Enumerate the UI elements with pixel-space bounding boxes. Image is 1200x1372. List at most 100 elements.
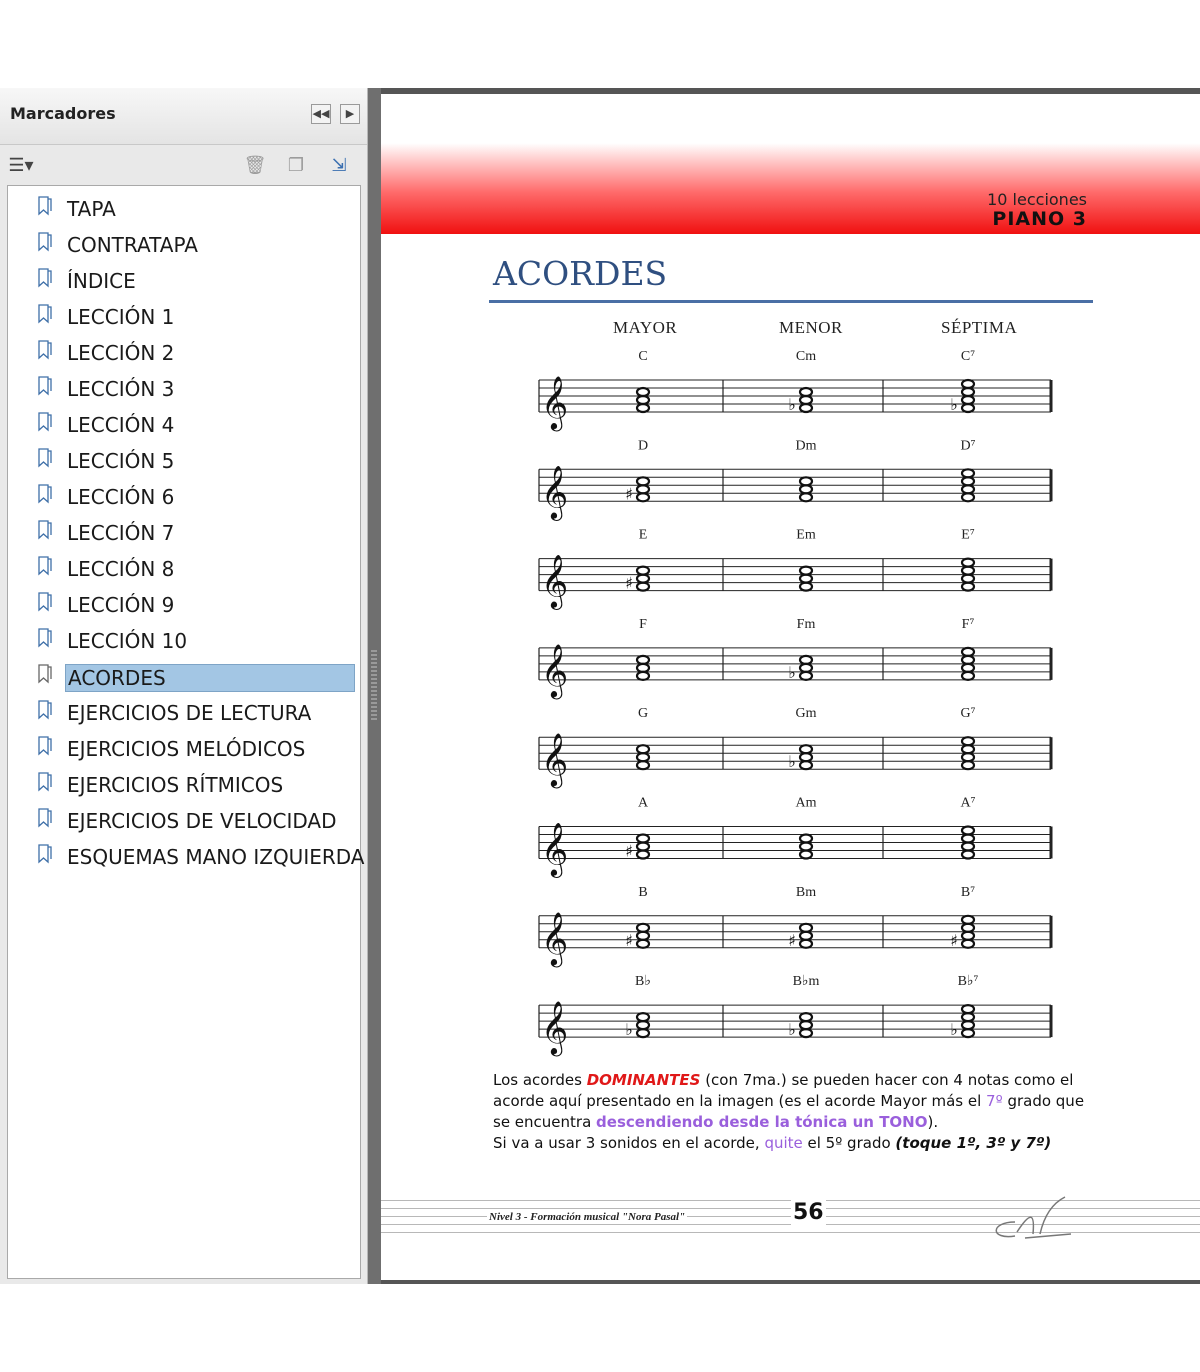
note-head <box>635 386 651 398</box>
chord-label: D <box>638 438 648 453</box>
notes-text: Si va a usar 3 sonidos en el acorde, <box>493 1134 765 1152</box>
notes-descending: descendiendo desde la tónica un TONO <box>596 1113 928 1131</box>
note-head <box>798 1019 814 1031</box>
bookmark-item[interactable]: ÍNDICE <box>8 266 360 296</box>
bookmark-icon <box>38 808 52 828</box>
bookmark-label: EJERCICIOS MELÓDICOS <box>67 737 306 761</box>
panel-header: Marcadores ◀◀ ▶ <box>0 88 367 145</box>
chord-label: C <box>638 349 647 364</box>
treble-clef: 𝄞 <box>541 732 568 788</box>
bookmark-item[interactable]: EJERCICIOS DE LECTURA <box>8 698 360 728</box>
chord-label: E⁷ <box>961 528 975 543</box>
treble-clef: 𝄞 <box>541 554 568 610</box>
bookmark-item[interactable]: TAPA <box>8 194 360 224</box>
bookmark-label: LECCIÓN 10 <box>67 629 188 653</box>
bookmark-label: ESQUEMAS MANO IZQUIERDA <box>67 845 365 869</box>
note-head <box>798 565 814 576</box>
bookmarks-panel: Marcadores ◀◀ ▶ ☰▾ 🗑 ❐ ⇲ TAPA CONTRATAPA Í… <box>0 88 368 1284</box>
note-head <box>960 914 976 925</box>
note-head <box>635 1027 651 1039</box>
bookmark-item[interactable]: EJERCICIOS MELÓDICOS <box>8 734 360 764</box>
bookmark-item[interactable]: EJERCICIOS RÍTMICOS <box>8 770 360 800</box>
note-head <box>798 573 814 584</box>
bookmark-item[interactable]: LECCIÓN 10 <box>8 626 360 656</box>
note-head <box>798 492 814 503</box>
bookmark-item[interactable]: CONTRATAPA <box>8 230 360 260</box>
note-head <box>798 849 814 860</box>
note-head <box>798 760 814 771</box>
bookmark-label: TAPA <box>67 197 116 221</box>
note-head <box>960 922 976 933</box>
options-menu-icon[interactable]: ☰▾ <box>8 153 34 177</box>
bookmark-item[interactable]: LECCIÓN 7 <box>8 518 360 548</box>
chord-label: Em <box>796 528 816 543</box>
note-head <box>635 841 651 852</box>
bookmark-label: LECCIÓN 9 <box>67 593 175 617</box>
note-head <box>635 1011 651 1023</box>
chord-label: A <box>638 796 649 811</box>
bookmark-label: ACORDES <box>65 664 355 692</box>
bookmark-label: LECCIÓN 6 <box>67 485 175 509</box>
bookmark-icon <box>38 520 52 540</box>
bookmark-item[interactable]: LECCIÓN 8 <box>8 554 360 584</box>
bookmark-label: EJERCICIOS DE VELOCIDAD <box>67 809 337 833</box>
notes-text: ). <box>927 1113 939 1131</box>
accidental-sign: ♭ <box>788 752 796 771</box>
note-head <box>635 752 651 763</box>
bookmark-icon <box>38 448 52 468</box>
expand-bookmark-icon[interactable]: ⇲ <box>326 153 352 177</box>
note-head <box>960 573 976 584</box>
bookmark-icon <box>38 196 52 216</box>
bookmark-item[interactable]: EJERCICIOS DE VELOCIDAD <box>8 806 360 836</box>
bookmark-item[interactable]: ESQUEMAS MANO IZQUIERDA <box>8 842 364 872</box>
note-head <box>798 476 814 487</box>
chord-staves: 𝄞 C Cm ♭ C⁷ ♭ 𝄞 D ♯ Dm D⁷ 𝄞 E ♯ Em E⁷ 𝄞 F Fm ♭ F⁷ 𝄞 G Gm ♭ G⁷ 𝄞 A ♯ A… <box>538 349 1053 1056</box>
note-head <box>960 1011 976 1023</box>
bookmark-item[interactable]: LECCIÓN 1 <box>8 302 360 332</box>
chord-label: A⁷ <box>961 796 976 811</box>
chord-label: Gm <box>796 706 817 721</box>
bookmark-item[interactable]: LECCIÓN 6 <box>8 482 360 512</box>
bookmark-item[interactable]: LECCIÓN 4 <box>8 410 360 440</box>
note-head <box>635 760 651 771</box>
notes-toque: (toque 1º, 3º y 7º) <box>895 1134 1052 1152</box>
note-head <box>635 662 651 674</box>
collapse-left-icon[interactable]: ◀◀ <box>311 104 331 124</box>
accidental-sign: ♯ <box>625 842 633 861</box>
bookmark-label: LECCIÓN 8 <box>67 557 175 581</box>
note-head <box>960 744 976 755</box>
bookmark-item[interactable]: LECCIÓN 2 <box>8 338 360 368</box>
page-number: 56 <box>791 1200 826 1225</box>
chord-label: Bm <box>796 885 816 900</box>
note-head <box>960 476 976 487</box>
treble-clef: 𝄞 <box>541 643 568 699</box>
note-head <box>635 581 651 592</box>
note-head <box>635 670 651 682</box>
bookmark-label: LECCIÓN 3 <box>67 377 175 401</box>
notes-dominantes: DOMINANTES <box>586 1071 701 1089</box>
note-head <box>960 394 976 406</box>
document-page: 10 lecciones PIANO 3 ACORDES MAYOR MENOR… <box>381 88 1200 1284</box>
bookmark-item[interactable]: ACORDES <box>8 662 360 692</box>
treble-clef: 𝄞 <box>541 822 568 878</box>
bookmark-tree: TAPA CONTRATAPA ÍNDICE LECCIÓN 1 LECCIÓN 2 LE… <box>7 185 364 1279</box>
note-head <box>798 841 814 852</box>
notes-seventh: 7º <box>986 1092 1003 1110</box>
expand-right-icon[interactable]: ▶ <box>340 104 360 124</box>
note-head <box>635 573 651 584</box>
bookmark-item[interactable]: LECCIÓN 5 <box>8 446 360 476</box>
new-bookmark-icon[interactable]: ❐ <box>283 153 309 177</box>
notes-quite: quite <box>764 1134 803 1152</box>
note-head <box>798 386 814 398</box>
accidental-sign: ♭ <box>788 1020 796 1039</box>
bookmark-item[interactable]: LECCIÓN 3 <box>8 374 360 404</box>
bookmark-label: EJERCICIOS RÍTMICOS <box>67 773 284 797</box>
accidental-sign: ♯ <box>950 931 958 950</box>
note-head <box>960 930 976 941</box>
delete-icon[interactable]: 🗑 <box>242 153 268 177</box>
splitter-grip[interactable] <box>371 650 377 720</box>
bookmark-item[interactable]: LECCIÓN 9 <box>8 590 360 620</box>
bookmark-label: LECCIÓN 1 <box>67 305 175 329</box>
bookmark-icon <box>38 772 52 792</box>
bookmark-icon <box>38 844 52 864</box>
